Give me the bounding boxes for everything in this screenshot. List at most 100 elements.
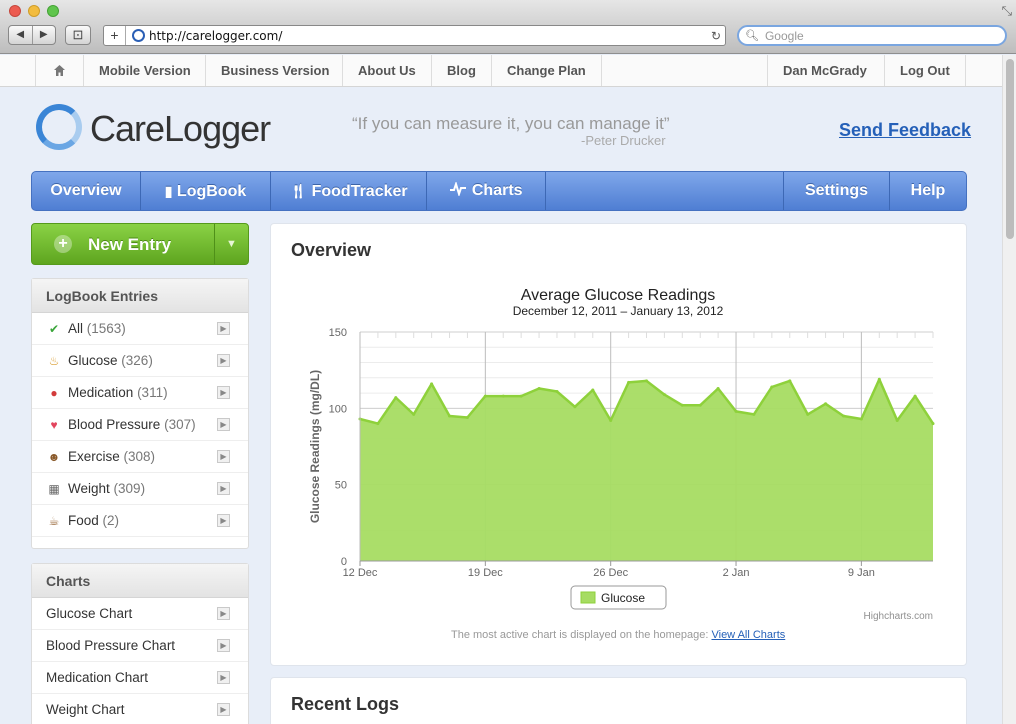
glucose-data-point [913,394,917,398]
pulse-icon [450,180,467,198]
logo-text[interactable]: CareLogger [90,108,271,150]
glucose-data-point [806,412,810,416]
y-tick-label: 150 [329,327,347,339]
glucose-data-point [734,409,738,413]
chart-subtitle: December 12, 2011 – January 13, 2012 [513,304,724,318]
home-icon [54,65,65,76]
arrow-right-icon[interactable]: ▶ [217,354,230,367]
chart-link-label: Glucose Chart [46,606,133,621]
arrow-right-icon[interactable]: ▶ [217,450,230,463]
scrollbar-thumb[interactable] [1006,59,1014,239]
browser-search-input[interactable]: 🔍︎ Google [737,25,1007,46]
logbook-item-glucose[interactable]: ♨ Glucose (326) ▶ [32,345,248,377]
scale-icon: ▦ [48,482,60,496]
fullscreen-icon[interactable]: ⤡ [1002,3,1012,19]
logbook-item-exercise[interactable]: ☻ Exercise (308) ▶ [32,441,248,473]
tab-settings[interactable]: Settings [783,172,889,210]
logout-link[interactable]: Log Out [884,55,966,86]
search-placeholder: Google [764,28,804,43]
logbook-item-blood-pressure[interactable]: ♥ Blood Pressure (307) ▶ [32,409,248,441]
address-bar[interactable]: + http://carelogger.com/ ↻ [103,25,726,46]
glucose-data-point [555,390,559,393]
close-window-button[interactable] [9,5,21,17]
topnav-blog[interactable]: Blog [431,55,491,86]
glucose-data-point [698,403,702,407]
topnav-user[interactable]: Dan McGrady [767,55,882,86]
back-icon[interactable]: ◀ [9,26,33,44]
glucose-data-point [448,414,451,418]
tab-charts[interactable]: Charts [427,172,546,210]
fork-knife-icon: 🍴︎ [289,183,308,199]
arrow-right-icon[interactable]: ▶ [217,703,230,716]
add-bookmark-icon[interactable]: + [104,26,126,45]
x-tick-label: 26 Dec [593,567,628,579]
glucose-area [360,379,933,561]
glucose-data-point [877,377,881,381]
logbook-item-label: Blood Pressure [68,417,161,432]
tab-foodtracker[interactable]: 🍴︎ FoodTracker [271,172,427,210]
chevron-down-icon[interactable]: ▼ [214,224,248,264]
logbook-list: ✔ All (1563) ▶ ♨ Glucose (326) ▶ ● Medication (… [32,313,248,537]
glucose-data-point [895,419,899,422]
view-all-charts-link[interactable]: View All Charts [711,629,785,641]
new-entry-button[interactable]: + New Entry ▼ [31,223,249,265]
chart-link-weight-chart[interactable]: Weight Chart ▶ [32,694,248,724]
glucose-data-point [842,414,845,418]
page-scrollbar[interactable] [1002,55,1016,724]
arrow-right-icon[interactable]: ▶ [217,607,230,620]
logbook-item-all[interactable]: ✔ All (1563) ▶ [32,313,248,345]
bookmark-icon: ⊡ [72,27,84,42]
send-feedback-link[interactable]: Send Feedback [839,120,971,141]
share-button[interactable]: ⊡ [65,25,91,45]
logbook-entries-title: LogBook Entries [32,279,248,313]
arrow-right-icon[interactable]: ▶ [217,514,230,527]
person-icon: ☻ [47,450,61,464]
url-text[interactable]: http://carelogger.com/ [149,29,707,43]
topnav-about-us[interactable]: About Us [342,55,431,86]
topnav-business-version[interactable]: Business Version [205,55,344,86]
topnav-change-plan[interactable]: Change Plan [491,55,602,86]
minimize-window-button[interactable] [28,5,40,17]
arrow-right-icon[interactable]: ▶ [217,386,230,399]
tab-overview[interactable]: Overview [32,172,141,210]
reload-icon[interactable]: ↻ [707,29,725,43]
logbook-item-label: Weight [68,481,110,496]
book-icon: ▮ [164,183,173,199]
zoom-window-button[interactable] [47,5,59,17]
glucose-data-point [609,419,613,422]
footnote-text: The most active chart is displayed on th… [451,629,709,641]
topnav-mobile-version[interactable]: Mobile Version [83,55,206,86]
logbook-item-medication[interactable]: ● Medication (311) ▶ [32,377,248,409]
cake-icon: ♨ [48,354,60,368]
logbook-item-weight[interactable]: ▦ Weight (309) ▶ [32,473,248,505]
logbook-item-food[interactable]: ☕︎ Food (2) ▶ [32,505,248,537]
arrow-right-icon[interactable]: ▶ [217,671,230,684]
chart-link-glucose-chart[interactable]: Glucose Chart ▶ [32,598,248,630]
tab-logbook[interactable]: ▮ LogBook [141,172,271,210]
browser-toolbar: ⤡ ◀ ▶ ⊡ + http://carelogger.com/ ↻ 🔍︎ Go… [0,0,1016,54]
logbook-item-label: Glucose [68,353,118,368]
arrow-right-icon[interactable]: ▶ [217,418,230,431]
home-button[interactable] [35,55,83,86]
glucose-data-point [519,394,523,398]
tab-foodtracker-label: FoodTracker [311,183,408,200]
forward-icon[interactable]: ▶ [33,26,56,44]
arrow-right-icon[interactable]: ▶ [217,322,230,335]
logbook-item-count: (2) [102,513,120,528]
logbook-entries-panel: LogBook Entries ✔ All (1563) ▶ ♨ Glucose (32… [31,278,249,549]
back-forward-buttons: ◀ ▶ [8,25,56,45]
logbook-item-count: (309) [113,481,146,496]
pill-icon: ● [50,386,58,400]
chart-link-medication-chart[interactable]: Medication Chart ▶ [32,662,248,694]
logbook-item-text: Exercise (308) [68,441,155,473]
glucose-data-point [394,396,398,400]
chart-link-blood-pressure-chart[interactable]: Blood Pressure Chart ▶ [32,630,248,662]
glucose-data-point [573,405,577,409]
chart-link-label: Blood Pressure Chart [46,638,176,653]
tab-help[interactable]: Help [889,172,966,210]
arrow-right-icon[interactable]: ▶ [217,639,230,652]
logbook-item-text: Glucose (326) [68,345,153,377]
search-icon: 🔍︎ [745,30,759,42]
y-axis-title: Glucose Readings (mg/DL) [308,370,322,523]
arrow-right-icon[interactable]: ▶ [217,482,230,495]
